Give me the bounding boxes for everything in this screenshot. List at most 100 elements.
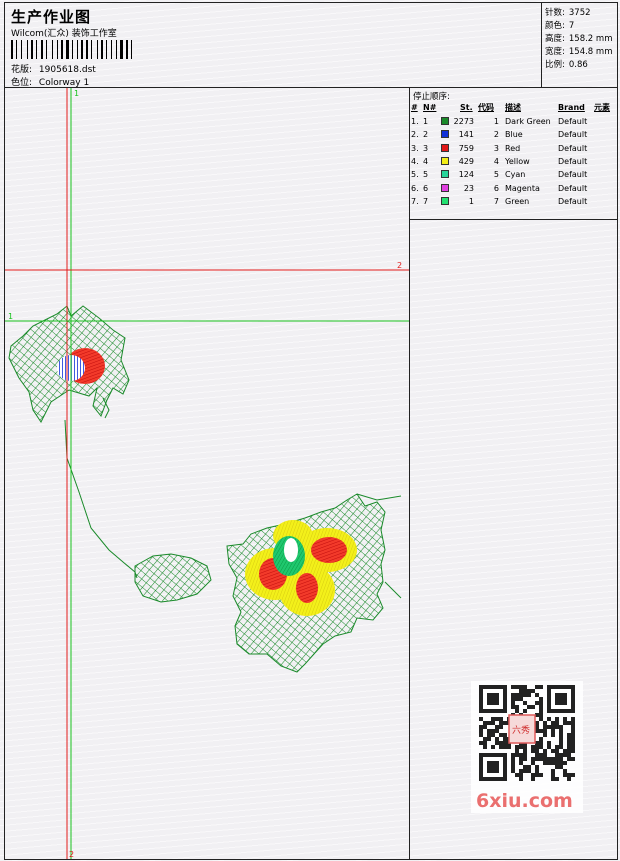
cell-st: 124 <box>458 170 474 180</box>
cell-brand: Default <box>558 156 588 166</box>
production-sheet: 生产作业图 Wilcom(汇众) 装饰工作室 花版: 1905618.dst 色… <box>0 0 620 861</box>
table-row: 2. 2 141 2 Blue Default <box>410 128 617 141</box>
cell-num: 5. <box>411 170 419 180</box>
table-row: 4. 4 429 4 Yellow Default <box>410 155 617 168</box>
design-height: 高度: 158.2 mm <box>545 32 612 44</box>
cell-code: 1 <box>493 117 499 126</box>
cell-n: 4 <box>423 156 429 166</box>
cell-n: 1 <box>423 117 429 126</box>
barcode-icon <box>11 40 132 59</box>
col-header-st: St. <box>460 103 473 112</box>
cell-desc: Magenta <box>505 183 540 193</box>
design-file-value: 1905618.dst <box>38 65 96 75</box>
col-header-element: 元素 <box>594 103 610 112</box>
design-width-label: 宽度: <box>545 47 565 57</box>
color-swatch <box>441 117 449 125</box>
info-panel: 针数: 3752 颜色: 7 高度: 158.2 mm 宽度: 154.8 mm 比例:… <box>541 2 618 88</box>
table-row: 7. 7 1 7 Green Default <box>410 195 617 208</box>
embroidery-drawing: 1 1 2 2 <box>5 88 409 859</box>
color-swatch <box>441 196 449 205</box>
color-swatch <box>441 143 449 152</box>
cell-n: 5 <box>423 170 429 180</box>
cell-brand: Default <box>558 170 588 180</box>
cell-brand: Default <box>558 183 588 193</box>
cell-n: 3 <box>423 143 429 153</box>
stop-sequence-panel: 停止顺序: # N# St. 代码 描述 Brand 元素 1. 1 2273 1 Da… <box>409 87 618 860</box>
cell-brand: Default <box>558 117 588 126</box>
table-row: 1. 1 2273 1 Dark Green Default <box>410 115 617 128</box>
left-motif <box>8 305 130 423</box>
cell-st: 23 <box>463 183 474 193</box>
cell-num: 1. <box>411 117 419 126</box>
guide-green-v-label: 1 <box>74 89 79 98</box>
color-count-value: 7 <box>568 21 575 31</box>
design-scale-label: 比例: <box>545 60 565 70</box>
color-swatch <box>441 156 449 165</box>
guide-lines <box>5 88 409 859</box>
stitch-count-value: 3752 <box>568 8 591 18</box>
color-count: 颜色: 7 <box>545 19 574 31</box>
cell-st: 759 <box>458 143 474 153</box>
cell-code: 4 <box>493 156 499 166</box>
col-header-code: 代码 <box>478 103 494 112</box>
design-scale-value: 0.86 <box>568 60 588 70</box>
cell-brand: Default <box>558 130 588 140</box>
cell-desc: Yellow <box>505 156 530 166</box>
table-row: 3. 3 759 3 Red Default <box>410 142 617 155</box>
color-swatch <box>441 170 449 179</box>
col-header-desc: 描述 <box>505 103 521 112</box>
design-file-label: 花版: <box>11 65 33 75</box>
design-width: 宽度: 154.8 mm <box>545 45 612 57</box>
cell-desc: Green <box>505 196 530 206</box>
guide-green-h-label: 1 <box>8 312 13 321</box>
color-swatch <box>441 130 449 139</box>
cell-desc: Red <box>505 143 521 153</box>
table-divider <box>410 219 617 220</box>
table-row: 6. 6 23 6 Magenta Default <box>410 182 617 195</box>
watermark-text: 6xiu.com <box>476 790 573 812</box>
design-scale: 比例: 0.86 <box>545 58 588 70</box>
color-count-label: 颜色: <box>545 21 565 31</box>
cell-code: 7 <box>493 196 499 206</box>
table-row: 5. 5 124 5 Cyan Default <box>410 168 617 181</box>
col-header-brand: Brand <box>558 103 585 112</box>
cell-code: 2 <box>493 130 499 140</box>
color-swatch <box>441 183 449 192</box>
stitch-count-label: 针数: <box>545 8 565 18</box>
design-height-value: 158.2 mm <box>568 34 613 44</box>
design-width-value: 154.8 mm <box>568 47 613 57</box>
cell-st: 2273 <box>453 117 474 126</box>
header-panel: 生产作业图 Wilcom(汇众) 装饰工作室 花版: 1905618.dst 色… <box>4 2 542 88</box>
cell-st: 429 <box>458 156 474 166</box>
cell-n: 7 <box>423 196 429 206</box>
right-flower-motif <box>226 493 402 673</box>
cell-n: 6 <box>423 183 429 193</box>
cell-num: 7. <box>411 196 419 206</box>
cell-st: 1 <box>468 196 474 206</box>
design-height-label: 高度: <box>545 34 565 44</box>
cell-num: 3. <box>411 143 419 153</box>
page-title: 生产作业图 <box>11 8 92 26</box>
cell-n: 2 <box>423 130 429 140</box>
design-file-line: 花版: 1905618.dst <box>11 62 96 75</box>
embroidery-canvas: 1 1 2 2 <box>4 87 410 860</box>
cell-code: 6 <box>493 183 499 193</box>
col-header-hash: # <box>411 103 418 112</box>
qr-code-graphic: 六秀 <box>479 685 575 781</box>
qr-seal-text: 六秀 <box>512 724 530 736</box>
cell-desc: Cyan <box>505 170 526 180</box>
cell-code: 5 <box>493 170 499 180</box>
cell-brand: Default <box>558 143 588 153</box>
cell-st: 141 <box>458 130 474 140</box>
middle-leaf <box>134 553 212 603</box>
cell-desc: Blue <box>505 130 523 140</box>
cell-desc: Dark Green <box>505 117 551 126</box>
page-subtitle: Wilcom(汇众) 装饰工作室 <box>11 29 117 39</box>
col-header-n: N# <box>423 103 437 112</box>
cell-code: 3 <box>493 143 499 153</box>
stitch-count: 针数: 3752 <box>545 6 591 18</box>
cell-num: 4. <box>411 156 419 166</box>
cell-num: 2. <box>411 130 419 140</box>
guide-red-h-label: 2 <box>397 261 402 270</box>
cell-brand: Default <box>558 196 588 206</box>
